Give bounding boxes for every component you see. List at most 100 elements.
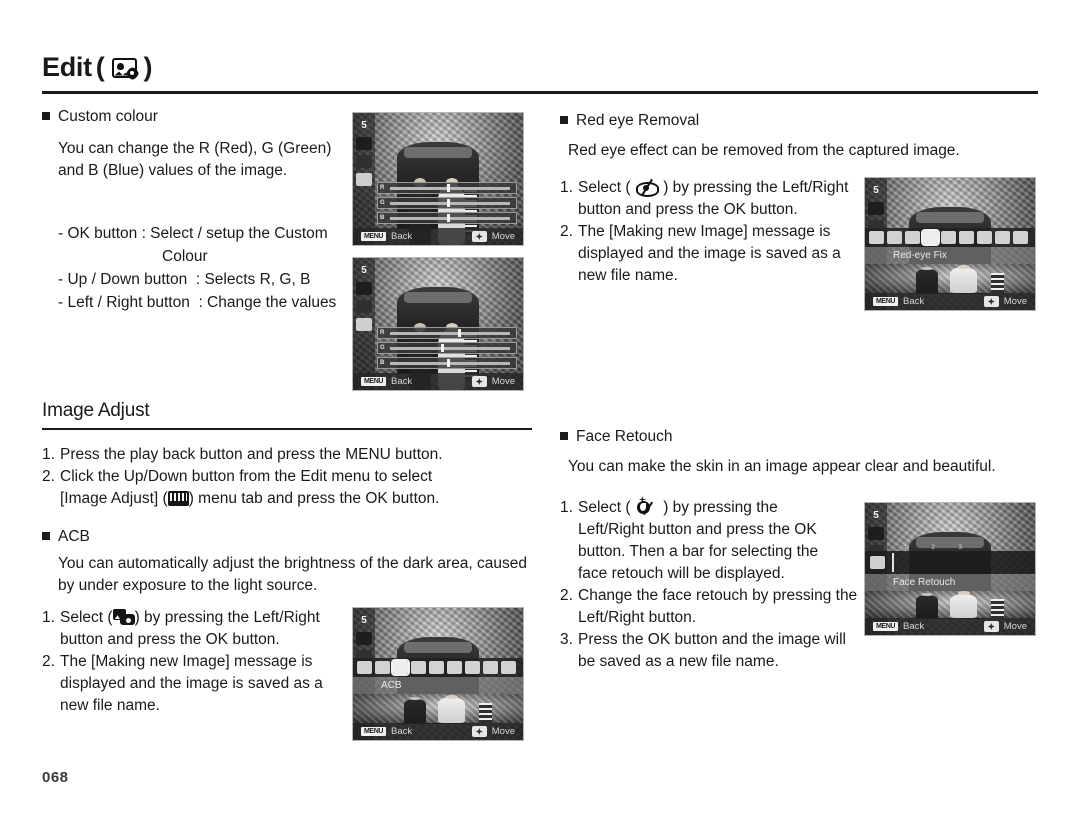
move-control[interactable]: Move — [471, 231, 523, 242]
photo-background — [353, 113, 523, 245]
contrast-icon[interactable] — [977, 231, 992, 244]
slider-b[interactable]: B — [377, 212, 517, 224]
resize-icon[interactable] — [357, 661, 372, 674]
photo-bride — [950, 264, 978, 293]
step-number: 2. — [42, 468, 55, 485]
brightness-icon[interactable] — [447, 661, 462, 674]
level-tick-1: 1 — [903, 544, 908, 551]
noise-icon[interactable] — [501, 661, 516, 674]
red-eye-icon[interactable] — [411, 661, 426, 674]
resolution-badge: 5 — [361, 265, 367, 276]
step-number: 1. — [42, 609, 55, 626]
face-retouch-description: You can make the skin in an image appear… — [568, 458, 996, 475]
face-retouch-icon[interactable] — [941, 231, 956, 244]
back-label: Back — [391, 231, 413, 242]
slider-g[interactable]: G — [377, 197, 517, 209]
step-number: 1. — [42, 446, 55, 463]
acb-icon[interactable] — [905, 231, 920, 244]
memory-card-icon — [356, 632, 372, 645]
contrast-icon[interactable] — [465, 661, 480, 674]
lcd-bottom-bar: MENU Back Move — [353, 373, 523, 390]
face-retouch-icon — [635, 496, 659, 516]
paren-close: ) — [143, 52, 153, 82]
photo-stairs — [478, 702, 493, 723]
step-prefix: Select ( — [578, 179, 631, 196]
face-retouch-level-bar[interactable]: 1 2 3 — [865, 545, 1035, 574]
image-adjust-steps: 1. Press the play back button and press … — [42, 444, 542, 510]
photo-bride — [950, 591, 978, 618]
rotate-icon[interactable] — [375, 661, 390, 674]
slider-knob[interactable] — [447, 199, 450, 207]
slider-b[interactable]: B — [377, 357, 517, 369]
photo-background — [353, 258, 523, 390]
slider-r[interactable]: R — [377, 327, 517, 339]
preview-photo — [865, 264, 1035, 293]
saturation-icon[interactable] — [995, 231, 1010, 244]
move-control[interactable]: Move — [983, 621, 1035, 632]
image-adjust-strip-icon — [870, 556, 885, 569]
step-text: The [Making new Image] message is — [60, 653, 313, 670]
slider-track — [390, 361, 510, 365]
acb-icon — [112, 609, 135, 625]
red-eye-icon[interactable] — [921, 229, 940, 246]
red-eye-step-1-cont: button and press the OK button. — [578, 201, 798, 218]
face-retouch-heading-text: Face Retouch — [576, 428, 673, 445]
slider-label: B — [380, 215, 385, 221]
step-suffix: ) by pressing the Left/Right — [663, 179, 849, 196]
memory-card-icon — [868, 202, 884, 215]
menu-key-chip[interactable]: MENU — [361, 377, 387, 386]
move-control[interactable]: Move — [983, 296, 1035, 307]
step-number: 1. — [560, 179, 573, 196]
face-retouch-icon[interactable] — [429, 661, 444, 674]
slider-knob[interactable] — [447, 214, 450, 222]
menu-key-chip[interactable]: MENU — [873, 622, 899, 631]
acb-icon[interactable] — [391, 659, 410, 676]
menu-key-chip[interactable]: MENU — [873, 297, 899, 306]
slider-knob[interactable] — [458, 329, 462, 337]
red-eye-step-2-cont2: new file name. — [578, 267, 678, 284]
step-number: 1. — [560, 499, 573, 516]
move-control[interactable]: Move — [471, 726, 523, 737]
red-eye-removal-heading: Red eye Removal — [560, 112, 699, 130]
dpad-icon — [983, 621, 999, 632]
red-eye-step-2: 2. The [Making new Image] message is dis… — [560, 221, 860, 287]
slider-knob[interactable] — [441, 344, 445, 352]
red-eye-removal-description: Red eye effect can be removed from the c… — [568, 142, 960, 159]
menu-key-chip[interactable]: MENU — [361, 232, 387, 241]
move-label: Move — [491, 726, 515, 737]
slider-g[interactable]: G — [377, 342, 517, 354]
saturation-icon[interactable] — [483, 661, 498, 674]
lcd-custom-colour-2: 5 R G B MENU Back Move — [352, 257, 524, 391]
brightness-icon[interactable] — [959, 231, 974, 244]
page-title-text: Edit — [42, 52, 92, 82]
rotate-icon[interactable] — [887, 231, 902, 244]
noise-icon[interactable] — [1013, 231, 1028, 244]
resolution-badge: 5 — [361, 120, 367, 131]
image-adjust-step-2-continued: [Image Adjust] () menu tab and press the… — [42, 488, 542, 510]
slider-r[interactable]: R — [377, 182, 517, 194]
slider-knob[interactable] — [447, 359, 450, 367]
edit-icon-bar[interactable] — [865, 228, 1035, 247]
edit-icon-bar[interactable] — [353, 658, 523, 677]
image-adjust-step-1: 1. Press the play back button and press … — [42, 444, 542, 466]
move-control[interactable]: Move — [471, 376, 523, 387]
step-text: Press the OK button and the image will — [578, 631, 846, 648]
bullet-square-icon — [560, 432, 568, 440]
bullet-square-icon — [42, 112, 50, 120]
rgb-slider-panel[interactable]: R G B — [377, 327, 517, 369]
menu-label-bar: ACB — [353, 677, 523, 694]
face-retouch-step-2: 2. Change the face retouch by pressing t… — [560, 585, 860, 629]
image-adjust-strip-icon — [356, 173, 372, 186]
resize-icon[interactable] — [869, 231, 884, 244]
menu-key-chip[interactable]: MENU — [361, 727, 387, 736]
lcd-bottom-bar: MENU Back Move — [353, 723, 523, 740]
level-gauge[interactable]: 1 2 3 — [892, 545, 974, 572]
slider-knob[interactable] — [447, 184, 450, 192]
lcd-custom-colour-1: 5 R G B MENU Back Move — [352, 112, 524, 246]
red-eye-removal-heading-text: Red eye Removal — [576, 112, 700, 129]
photo-stairs — [990, 272, 1005, 293]
rgb-slider-panel[interactable]: R G B — [377, 182, 517, 224]
acb-steps: 1. Select () by pressing the Left/Right … — [42, 607, 342, 717]
slider-label: B — [380, 360, 385, 366]
photo-groom — [916, 592, 939, 618]
